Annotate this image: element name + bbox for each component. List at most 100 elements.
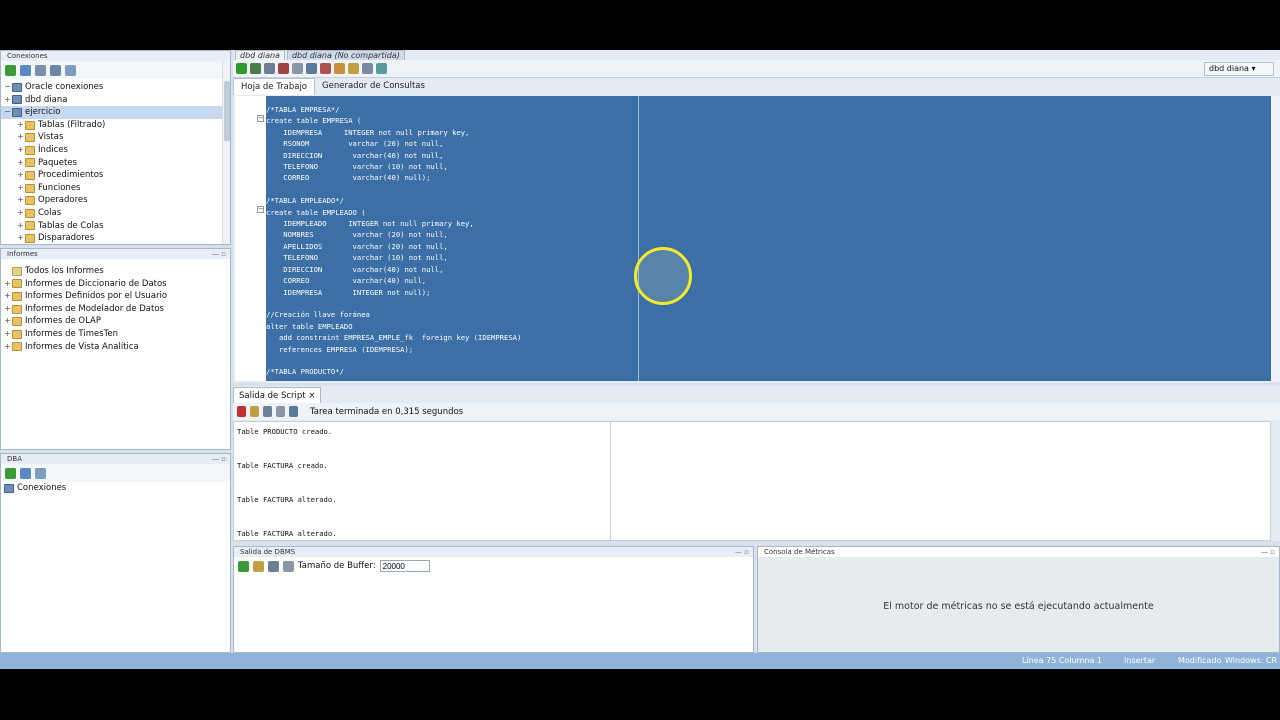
expand-toggle-icon[interactable]: − [3, 106, 12, 119]
script-output-area[interactable]: Table PRODUCTO creado. Table FACTURA cre… [233, 421, 1271, 541]
open-icon[interactable] [289, 406, 298, 417]
tuning-icon[interactable] [376, 63, 387, 74]
schema-browser-icon[interactable] [50, 64, 61, 76]
expand-toggle-icon[interactable]: + [16, 232, 25, 245]
save-icon[interactable] [268, 560, 279, 572]
tree-node[interactable]: − ejercicio [1, 106, 230, 119]
tree-node[interactable]: + Paquetes [1, 157, 230, 170]
autotrace-icon[interactable] [306, 63, 317, 74]
print-icon[interactable] [283, 560, 294, 572]
tree-node[interactable]: + Informes de TimesTen [1, 328, 230, 341]
tree-node[interactable]: + Funciones [1, 182, 230, 195]
tree-node[interactable]: + Colas [1, 207, 230, 220]
code-line: references EMPRESA (IDEMPRESA); [266, 344, 414, 354]
filter-icon[interactable] [35, 64, 46, 76]
code-editor[interactable]: − − /*TABLA EMPRESA*/ create table EMPRES… [235, 96, 1271, 381]
tab-script-output[interactable]: Salida de Script × [233, 386, 322, 403]
tab-query-builder[interactable]: Generador de Consultas [315, 78, 432, 95]
eraser-icon[interactable] [253, 560, 264, 572]
editor-scrollbar[interactable] [1271, 96, 1280, 381]
expand-toggle-icon[interactable]: + [16, 144, 25, 157]
tree-node[interactable]: + Procedimientos [1, 169, 230, 182]
expand-toggle-icon[interactable]: + [16, 157, 25, 170]
refresh-icon[interactable] [20, 64, 31, 76]
expand-toggle-icon[interactable]: + [16, 194, 25, 207]
expand-toggle-icon[interactable]: + [16, 119, 25, 132]
sql-history-icon[interactable] [334, 63, 345, 74]
expand-toggle-icon[interactable]: + [3, 315, 12, 328]
connections-scrollbar[interactable] [222, 61, 230, 244]
tree-node[interactable]: + Tablas (Filtrado) [1, 119, 230, 132]
run-script-icon[interactable] [250, 63, 261, 74]
tree-node[interactable]: + Índices [1, 144, 230, 157]
tree-node[interactable]: + Tablas de Colas [1, 220, 230, 233]
eraser-icon[interactable] [250, 406, 259, 417]
db-icon [12, 107, 22, 117]
refresh-icon[interactable] [20, 467, 31, 479]
explain-plan-icon[interactable] [292, 63, 303, 74]
expand-toggle-icon[interactable]: + [16, 131, 25, 144]
format-icon[interactable] [362, 63, 373, 74]
script-output-tabbar: Salida de Script × [233, 386, 1280, 403]
eraser-icon[interactable] [348, 63, 359, 74]
expand-toggle-icon[interactable]: + [3, 290, 12, 303]
expand-toggle-icon[interactable]: + [16, 220, 25, 233]
expand-toggle-icon[interactable]: + [3, 328, 12, 341]
output-line: Table FACTURA creado. [237, 460, 328, 470]
expand-toggle-icon[interactable]: + [3, 94, 12, 107]
expand-toggle-icon[interactable]: − [3, 81, 12, 94]
print-icon[interactable] [276, 406, 285, 417]
run-statement-icon[interactable] [236, 63, 247, 74]
dba-connections-node[interactable]: Conexiones [1, 482, 230, 495]
tree-node[interactable]: Todos los Informes [1, 265, 230, 278]
code-line: /*TABLA EMPLEADO*/ [266, 196, 344, 206]
tree-node[interactable]: + Vistas [1, 131, 230, 144]
folder-icon [12, 329, 22, 339]
expand-toggle-icon[interactable]: + [16, 207, 25, 220]
expand-toggle-icon[interactable]: + [3, 278, 12, 291]
expand-toggle-icon[interactable]: + [16, 169, 25, 182]
tree-node[interactable]: + dbd diana [1, 94, 230, 107]
line-ending: Windows: CR [1225, 656, 1278, 665]
tree-node[interactable]: + Operadores [1, 194, 230, 207]
expand-toggle-icon[interactable]: + [16, 182, 25, 195]
tree-node[interactable]: + Disparadores [1, 232, 230, 245]
clear-icon[interactable] [320, 63, 331, 74]
tab-dbd-diana[interactable]: dbd diana [235, 50, 285, 60]
tab-dbd-diana-unshared[interactable]: dbd diana (No compartida) [286, 50, 405, 60]
add-icon[interactable] [5, 467, 16, 479]
save-icon[interactable] [263, 406, 272, 417]
sql-code[interactable]: /*TABLA EMPRESA*/create table EMPRESA ( … [266, 104, 638, 378]
script-output-toolbar: Tarea terminada en 0,315 segundos [233, 403, 1280, 420]
tree-node[interactable]: − Oracle conexiones [1, 81, 230, 94]
dbms-toolbar: Tamaño de Buffer: [234, 557, 753, 575]
tree-node[interactable]: + Informes de OLAP [1, 315, 230, 328]
commit-icon[interactable] [264, 63, 275, 74]
buffer-size-input[interactable] [379, 560, 430, 572]
connect-icon[interactable] [35, 467, 46, 479]
expand-toggle-icon[interactable]: + [3, 303, 12, 316]
output-line: Table FACTURA alterado. [237, 494, 337, 504]
tree-node[interactable]: + Informes de Vista Analítica [1, 341, 230, 354]
rollback-icon[interactable] [278, 63, 289, 74]
connection-selector[interactable]: dbd diana ▾ [1204, 62, 1274, 76]
code-line: DIRECCION varchar(40) not null, [266, 264, 444, 274]
expand-toggle-icon[interactable]: + [3, 341, 12, 354]
fold-toggle[interactable]: − [257, 115, 264, 122]
code-line: NOMBRES varchar (20) not null, [266, 230, 448, 240]
tree-label: Tablas de Colas [38, 220, 104, 231]
close-icon[interactable]: × [308, 391, 315, 401]
tab-worksheet[interactable]: Hoja de Trabajo [233, 78, 316, 95]
fold-toggle[interactable]: − [257, 206, 264, 213]
script-output-panel: Salida de Script × Tarea terminada en 0,… [233, 386, 1280, 541]
import-icon[interactable] [65, 64, 76, 76]
dbms-panel-title: Salida de DBMS — ▫ [234, 547, 753, 557]
enable-output-icon[interactable] [238, 560, 249, 572]
add-connection-icon[interactable] [5, 64, 16, 76]
pin-icon[interactable] [237, 406, 246, 417]
tree-node[interactable]: + Informes de Modelador de Datos [1, 303, 230, 316]
tree-node[interactable]: + Informes de Diccionario de Datos [1, 278, 230, 291]
tree-node[interactable]: + Informes Definidos por el Usuario [1, 290, 230, 303]
